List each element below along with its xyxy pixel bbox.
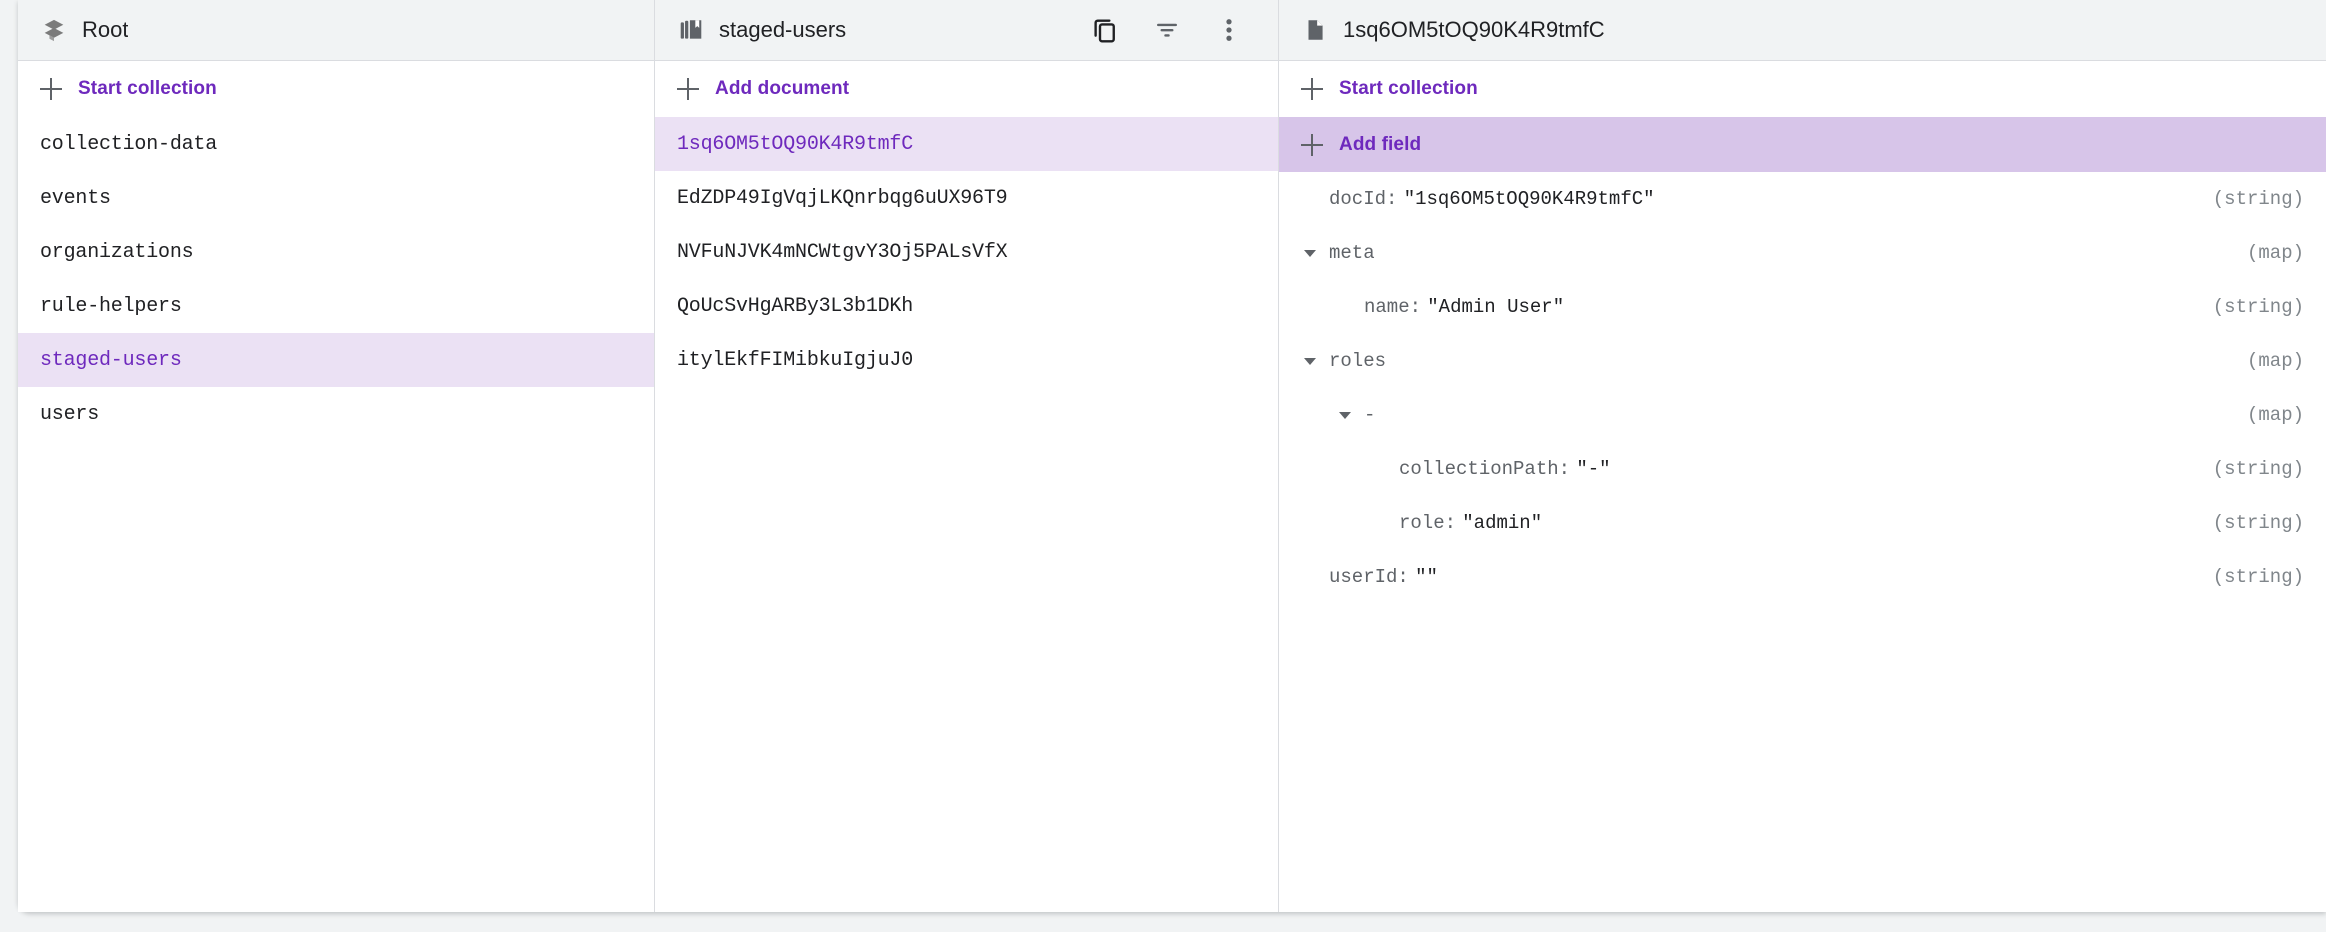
field-value: "": [1415, 566, 1438, 588]
field-colon: :: [1386, 188, 1398, 210]
field-value: "Admin User": [1427, 296, 1565, 318]
firestore-data-browser: Root Start collection collection-data ev…: [18, 0, 2326, 912]
field-row-roles[interactable]: roles (map): [1279, 334, 2326, 388]
documents-pane-actions: [1088, 13, 1256, 47]
collections-pane-header: Root: [18, 0, 654, 61]
field-key: userId: [1329, 566, 1398, 588]
collections-pane: Root Start collection collection-data ev…: [18, 0, 654, 912]
document-item-selected[interactable]: 1sq6OM5tOQ90K4R9tmfC: [655, 117, 1278, 171]
field-type: (map): [2246, 242, 2304, 264]
field-key: collectionPath: [1399, 458, 1559, 480]
field-content: collectionPath : "-": [1399, 458, 1611, 480]
document-item[interactable]: QoUcSvHgARBy3L3b1DKh: [655, 279, 1278, 333]
collection-item-events[interactable]: events: [18, 171, 654, 225]
field-key: -: [1364, 404, 1376, 426]
firestore-root-icon: [40, 16, 68, 44]
field-colon: :: [1397, 566, 1409, 588]
plus-icon: [40, 78, 62, 100]
document-fields-list: Start collection Add field docId : "1sq6…: [1279, 61, 2326, 912]
plus-icon: [1301, 133, 1323, 156]
field-key: meta: [1329, 242, 1375, 264]
collections-pane-title: Root: [82, 17, 129, 42]
field-type: (string): [2212, 566, 2304, 588]
field-content: role : "admin": [1399, 512, 1542, 534]
plus-icon: [1301, 78, 1323, 100]
field-colon: :: [1409, 296, 1422, 318]
add-document-button[interactable]: Add document: [655, 61, 1278, 117]
field-type: (string): [2212, 512, 2304, 534]
document-detail-title: 1sq6OM5tOQ90K4R9tmfC: [1343, 17, 1605, 42]
chevron-down-icon[interactable]: [1301, 249, 1319, 257]
field-value: "-": [1576, 458, 1611, 480]
plus-icon: [677, 78, 699, 100]
collection-icon: [677, 16, 705, 44]
documents-pane-header: staged-users: [655, 0, 1278, 61]
field-content: docId : "1sq6OM5tOQ90K4R9tmfC": [1329, 188, 1655, 210]
field-value: "admin": [1462, 512, 1543, 534]
field-content: name : "Admin User": [1364, 296, 1564, 318]
copy-icon[interactable]: [1088, 13, 1122, 47]
document-item[interactable]: NVFuNJVK4mNCWtgvY3Oj5PALsVfX: [655, 225, 1278, 279]
field-row-meta[interactable]: meta (map): [1279, 226, 2326, 280]
field-key: docId: [1329, 188, 1387, 210]
field-row-roles-entry[interactable]: - (map): [1279, 388, 2326, 442]
collection-item-rule-helpers[interactable]: rule-helpers: [18, 279, 654, 333]
document-icon: [1301, 16, 1329, 44]
collection-item-organizations[interactable]: organizations: [18, 225, 654, 279]
field-content: userId : "": [1329, 566, 1438, 588]
document-detail-pane: 1sq6OM5tOQ90K4R9tmfC Start collection Ad…: [1279, 0, 2326, 912]
field-type: (string): [2212, 188, 2304, 210]
field-key: role: [1399, 512, 1445, 534]
document-detail-header: 1sq6OM5tOQ90K4R9tmfC: [1279, 0, 2326, 61]
chevron-down-icon[interactable]: [1301, 357, 1319, 365]
field-colon: :: [1558, 458, 1571, 480]
filter-icon[interactable]: [1150, 13, 1184, 47]
field-content: meta: [1329, 242, 1381, 264]
documents-list: Add document 1sq6OM5tOQ90K4R9tmfC EdZDP4…: [655, 61, 1278, 912]
field-row-name[interactable]: name : "Admin User" (string): [1279, 280, 2326, 334]
collection-item-staged-users[interactable]: staged-users: [18, 333, 654, 387]
add-field-button[interactable]: Add field: [1279, 117, 2326, 172]
collections-list: Start collection collection-data events …: [18, 61, 654, 912]
field-row-collectionPath[interactable]: collectionPath : "-" (string): [1279, 442, 2326, 496]
field-value: "1sq6OM5tOQ90K4R9tmfC": [1403, 188, 1655, 210]
documents-pane: staged-users Add document 1sq6OM5tOQ90K4…: [655, 0, 1278, 912]
collection-item-collection-data[interactable]: collection-data: [18, 117, 654, 171]
start-subcollection-button[interactable]: Start collection: [1279, 61, 2326, 117]
add-field-label: Add field: [1339, 133, 1422, 155]
start-collection-button[interactable]: Start collection: [18, 61, 654, 117]
field-content: -: [1364, 404, 1382, 426]
add-document-label: Add document: [715, 78, 850, 99]
field-type: (map): [2246, 404, 2304, 426]
field-row-userId[interactable]: userId : "" (string): [1279, 550, 2326, 604]
field-row-role[interactable]: role : "admin" (string): [1279, 496, 2326, 550]
field-key: roles: [1329, 350, 1387, 372]
field-key: name: [1364, 296, 1410, 318]
more-vert-icon[interactable]: [1212, 13, 1246, 47]
start-collection-label: Start collection: [78, 78, 217, 99]
field-row-docId[interactable]: docId : "1sq6OM5tOQ90K4R9tmfC" (string): [1279, 172, 2326, 226]
field-type: (string): [2212, 458, 2304, 480]
collection-item-users[interactable]: users: [18, 387, 654, 441]
field-type: (map): [2246, 350, 2304, 372]
field-colon: :: [1444, 512, 1457, 534]
documents-pane-title: staged-users: [719, 17, 847, 42]
chevron-down-icon[interactable]: [1336, 411, 1354, 419]
field-content: roles: [1329, 350, 1392, 372]
start-subcollection-label: Start collection: [1339, 78, 1478, 99]
document-item[interactable]: EdZDP49IgVqjLKQnrbqg6uUX96T9: [655, 171, 1278, 225]
document-item[interactable]: itylEkfFIMibkuIgjuJ0: [655, 333, 1278, 387]
field-type: (string): [2212, 296, 2304, 318]
